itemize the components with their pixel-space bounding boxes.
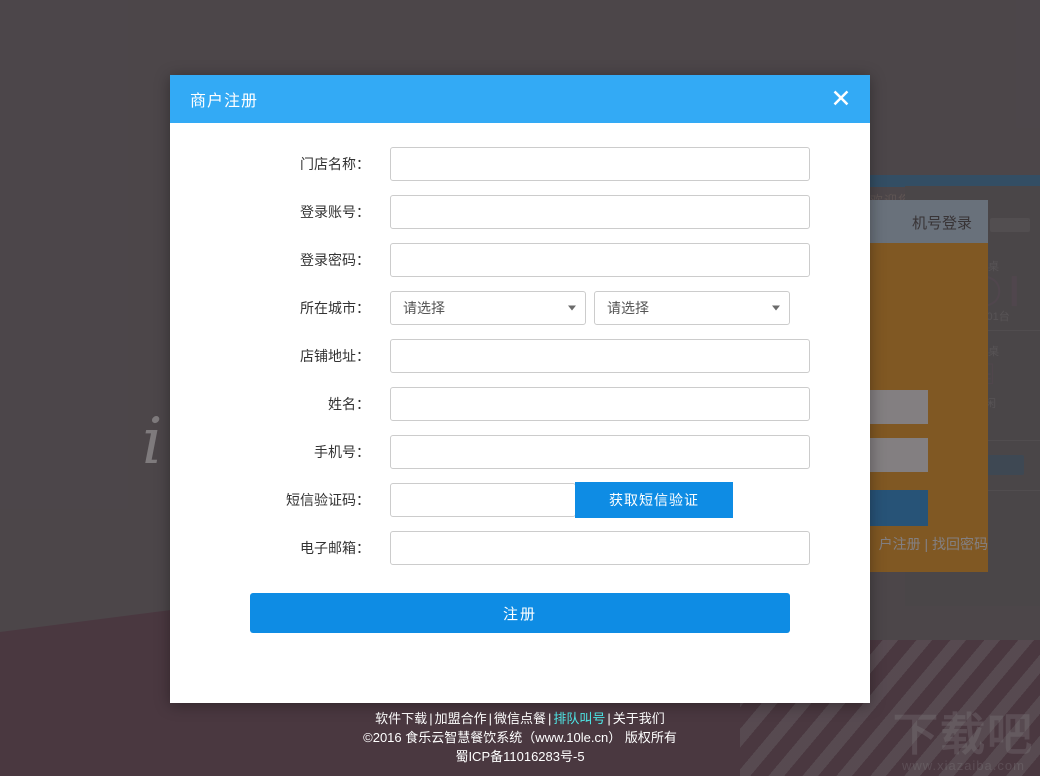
form-row-store-name: 门店名称： [200,147,840,181]
get-sms-code-button[interactable]: 获取短信验证 [575,482,733,518]
site-footer: 软件下载|加盟合作|微信点餐|排队叫号|关于我们 ©2016 食乐云智慧餐饮系统… [0,709,1040,766]
footer-link-queue-calling[interactable]: 排队叫号 [553,711,605,726]
form-row-phone: 手机号： [200,435,840,469]
phone-input[interactable] [390,435,810,469]
label-store-address: 店铺地址： [200,346,390,366]
label-login-account: 登录账号： [200,202,390,222]
form-row-city: 所在城市： 请选择 请选择 [200,291,840,325]
footer-separator: | [487,711,494,726]
city-select-wrapper: 请选择 [594,291,790,325]
label-city: 所在城市： [200,298,390,318]
province-select-wrapper: 请选择 [390,291,586,325]
control-city: 请选择 请选择 [390,291,840,325]
label-email: 电子邮箱： [200,538,390,558]
form-row-email: 电子邮箱： [200,531,840,565]
label-store-name: 门店名称： [200,154,390,174]
modal-title: 商户注册 [190,87,258,111]
login-account-input[interactable] [390,195,810,229]
control-phone [390,435,840,469]
footer-copyright: ©2016 食乐云智慧餐饮系统（www.10le.cn） 版权所有 [0,728,1040,747]
province-select[interactable]: 请选择 [390,291,586,325]
submit-row: 注册 [200,579,840,633]
name-input[interactable] [390,387,810,421]
register-submit-button[interactable]: 注册 [250,593,790,633]
form-row-store-address: 店铺地址： [200,339,840,373]
control-sms-code: 获取短信验证 [390,482,840,518]
close-icon[interactable]: ✕ [826,84,856,114]
footer-link-wechat-order[interactable]: 微信点餐 [494,711,546,726]
store-address-input[interactable] [390,339,810,373]
sms-code-input[interactable] [390,483,576,517]
screen-root: i 欢迎您 订单 3号桌 ❙◯❙ 1台 : 01台 7号桌 ⌸ 空闲 机号登录 … [0,0,1040,776]
modal-header: 商户注册 ✕ [170,75,870,123]
form-row-sms-code: 短信验证码： 获取短信验证 [200,483,840,517]
footer-separator: | [427,711,434,726]
email-input[interactable] [390,531,810,565]
login-password-input[interactable] [390,243,810,277]
footer-link-about-us[interactable]: 关于我们 [613,711,665,726]
merchant-registration-modal: 商户注册 ✕ 门店名称： 登录账号： 登录密码： [170,75,870,703]
footer-link-franchise[interactable]: 加盟合作 [435,711,487,726]
control-login-account [390,195,840,229]
label-name: 姓名： [200,394,390,414]
label-phone: 手机号： [200,442,390,462]
control-email [390,531,840,565]
control-store-name [390,147,840,181]
label-login-password: 登录密码： [200,250,390,270]
city-select[interactable]: 请选择 [594,291,790,325]
store-name-input[interactable] [390,147,810,181]
form-row-name: 姓名： [200,387,840,421]
form-row-login-account: 登录账号： [200,195,840,229]
footer-icp-license: 蜀ICP备11016283号-5 [0,747,1040,766]
control-login-password [390,243,840,277]
control-name [390,387,840,421]
modal-body: 门店名称： 登录账号： 登录密码： 所在城市： [170,123,870,633]
form-row-login-password: 登录密码： [200,243,840,277]
footer-link-software-download[interactable]: 软件下载 [375,711,427,726]
control-store-address [390,339,840,373]
footer-links-row: 软件下载|加盟合作|微信点餐|排队叫号|关于我们 [0,709,1040,728]
footer-separator: | [605,711,612,726]
label-sms-code: 短信验证码： [200,490,390,510]
